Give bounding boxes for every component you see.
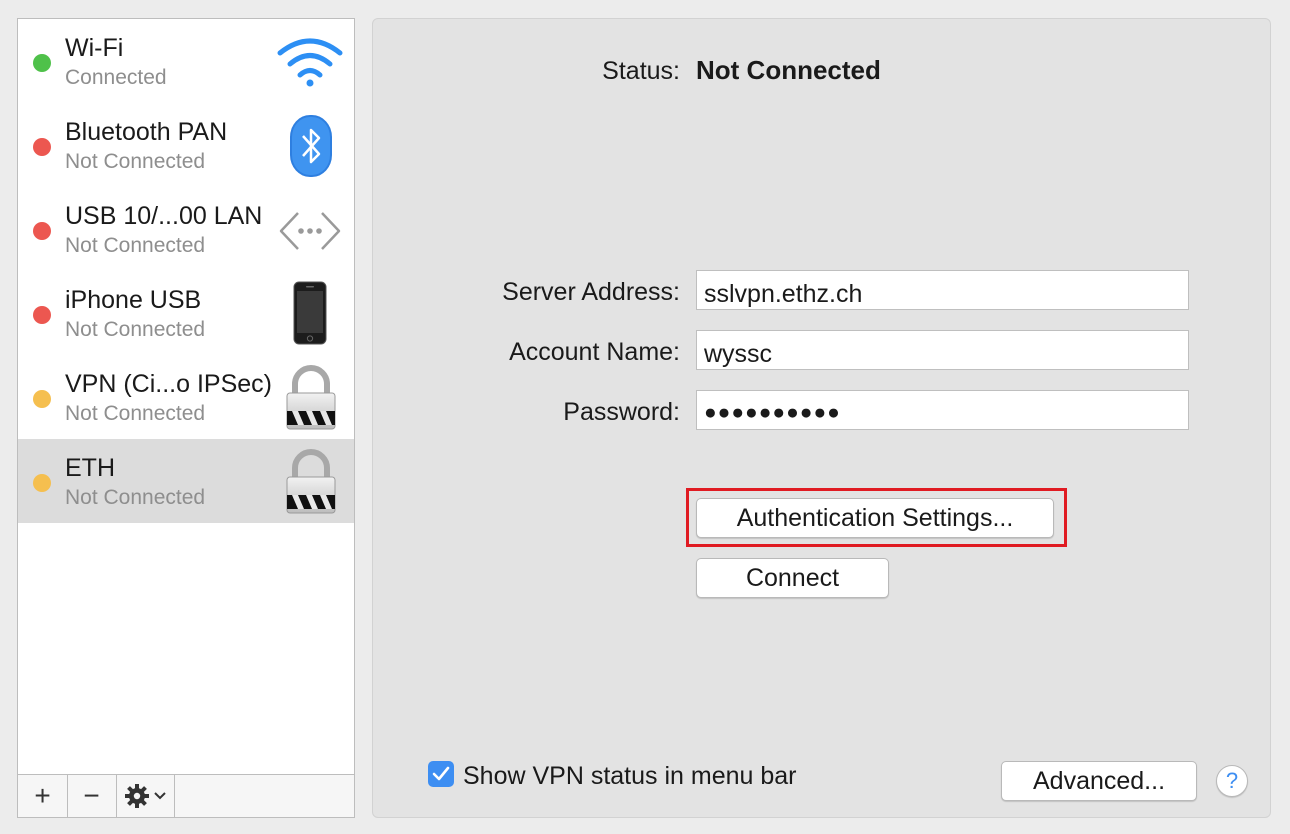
service-item-wifi[interactable]: Wi-Fi Connected	[18, 19, 354, 103]
account-name-label: Account Name:	[509, 338, 680, 366]
service-item-eth[interactable]: ETH Not Connected	[18, 439, 354, 523]
vpn-detail-panel: Status: Not Connected Server Address: ss…	[372, 18, 1271, 818]
gear-icon	[124, 784, 149, 808]
status-label: Status:	[602, 57, 680, 85]
service-name: iPhone USB	[65, 286, 202, 314]
service-item-bluetooth-pan[interactable]: Bluetooth PAN Not Connected	[18, 103, 354, 187]
service-status: Not Connected	[65, 402, 206, 425]
status-dot	[33, 306, 51, 324]
account-name-field[interactable]: wyssc	[696, 330, 1189, 370]
plus-icon: +	[34, 780, 51, 811]
server-address-label: Server Address:	[502, 278, 680, 306]
service-list-sidebar: Wi-Fi Connected Bluetooth PAN Not Connec…	[17, 18, 355, 818]
status-value: Not Connected	[696, 55, 881, 85]
service-status: Not Connected	[65, 234, 206, 257]
action-menu-button[interactable]	[116, 775, 175, 817]
sidebar-toolbar: + −	[18, 774, 354, 817]
minus-icon: −	[83, 780, 100, 811]
status-dot	[33, 222, 51, 240]
bluetooth-icon	[290, 115, 332, 177]
service-name: USB 10/...00 LAN	[65, 202, 263, 230]
status-dot	[33, 474, 51, 492]
remove-service-button[interactable]: −	[67, 775, 117, 817]
show-vpn-status-checkbox[interactable]	[428, 761, 454, 787]
authentication-settings-button[interactable]: Authentication Settings...	[696, 498, 1054, 538]
service-item-usb-lan[interactable]: USB 10/...00 LAN Not Connected	[18, 187, 354, 271]
status-dot	[33, 390, 51, 408]
show-vpn-status-label[interactable]: Show VPN status in menu bar	[463, 762, 797, 791]
vpn-lock-icon	[286, 365, 336, 430]
service-status: Connected	[65, 66, 167, 89]
service-name: ETH	[65, 454, 115, 482]
service-name: Bluetooth PAN	[65, 118, 228, 146]
service-status: Not Connected	[65, 486, 206, 509]
status-dot	[33, 138, 51, 156]
add-service-button[interactable]: +	[18, 775, 68, 817]
vpn-lock-icon	[286, 449, 336, 514]
help-button[interactable]: ?	[1216, 765, 1248, 797]
status-dot	[33, 54, 51, 72]
advanced-button[interactable]: Advanced...	[1001, 761, 1197, 801]
service-status: Not Connected	[65, 318, 206, 341]
service-name: Wi-Fi	[65, 34, 124, 62]
wifi-icon	[277, 38, 343, 87]
chevron-down-icon	[153, 792, 166, 800]
service-name: VPN (Ci...o IPSec)	[65, 370, 272, 398]
iphone-icon	[293, 281, 327, 345]
service-item-vpn-cisco-ipsec[interactable]: VPN (Ci...o IPSec) Not Connected	[18, 355, 354, 439]
connect-button[interactable]: Connect	[696, 558, 889, 598]
password-label: Password:	[563, 398, 680, 426]
password-field[interactable]: ●●●●●●●●●●	[696, 390, 1189, 430]
server-address-field[interactable]: sslvpn.ethz.ch	[696, 270, 1189, 310]
service-item-iphone-usb[interactable]: iPhone USB Not Connected	[18, 271, 354, 355]
service-status: Not Connected	[65, 150, 206, 173]
ethernet-icon	[279, 212, 341, 250]
checkmark-icon	[432, 766, 450, 781]
